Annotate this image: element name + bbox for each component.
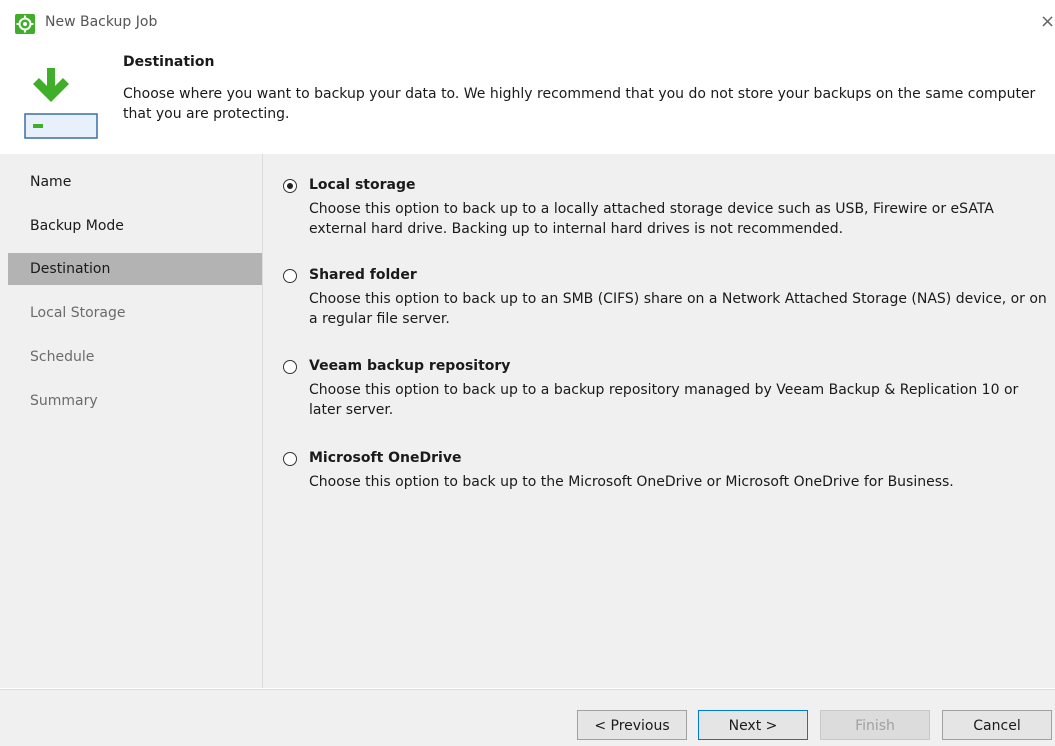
option-description: Choose this option to back up to an SMB … [309, 291, 1047, 327]
option-label[interactable]: Local storage [309, 177, 415, 193]
option-label[interactable]: Shared folder [309, 267, 417, 283]
veeam-gear-icon [15, 14, 35, 34]
next-button[interactable]: Next > [698, 710, 808, 740]
backup-destination-icon [24, 68, 98, 139]
wizard-header: Destination Choose where you want to bac… [0, 40, 1055, 154]
wizard-footer: < Previous Next > Finish Cancel [0, 689, 1055, 746]
radio-onedrive[interactable] [283, 452, 297, 466]
page-title: Destination [123, 54, 215, 70]
radio-local-storage[interactable] [283, 179, 297, 193]
sidebar-item-name[interactable]: Name [8, 166, 262, 198]
option-label[interactable]: Veeam backup repository [309, 358, 510, 374]
option-description: Choose this option to back up to the Mic… [309, 474, 954, 490]
cancel-button[interactable]: Cancel [942, 710, 1052, 740]
radio-shared-folder[interactable] [283, 269, 297, 283]
destination-options-panel: Local storage Choose this option to back… [263, 154, 1055, 688]
sidebar-item-backup-mode[interactable]: Backup Mode [8, 210, 262, 242]
wizard-steps-sidebar: Name Backup Mode Destination Local Stora… [0, 154, 263, 688]
title-bar: New Backup Job × [0, 0, 1055, 40]
finish-button: Finish [820, 710, 930, 740]
sidebar-item-destination[interactable]: Destination [8, 253, 262, 285]
sidebar-item-schedule: Schedule [30, 349, 95, 365]
option-label[interactable]: Microsoft OneDrive [309, 450, 461, 466]
sidebar-item-summary: Summary [30, 393, 98, 409]
sidebar-item-local-storage: Local Storage [30, 305, 126, 321]
previous-button[interactable]: < Previous [577, 710, 687, 740]
window-title: New Backup Job [45, 14, 158, 30]
close-icon[interactable]: × [1040, 12, 1055, 32]
page-description: Choose where you want to backup your dat… [123, 86, 1036, 122]
option-description: Choose this option to back up to a local… [309, 201, 994, 237]
option-description: Choose this option to back up to a backu… [309, 382, 1019, 418]
radio-veeam-repository[interactable] [283, 360, 297, 374]
